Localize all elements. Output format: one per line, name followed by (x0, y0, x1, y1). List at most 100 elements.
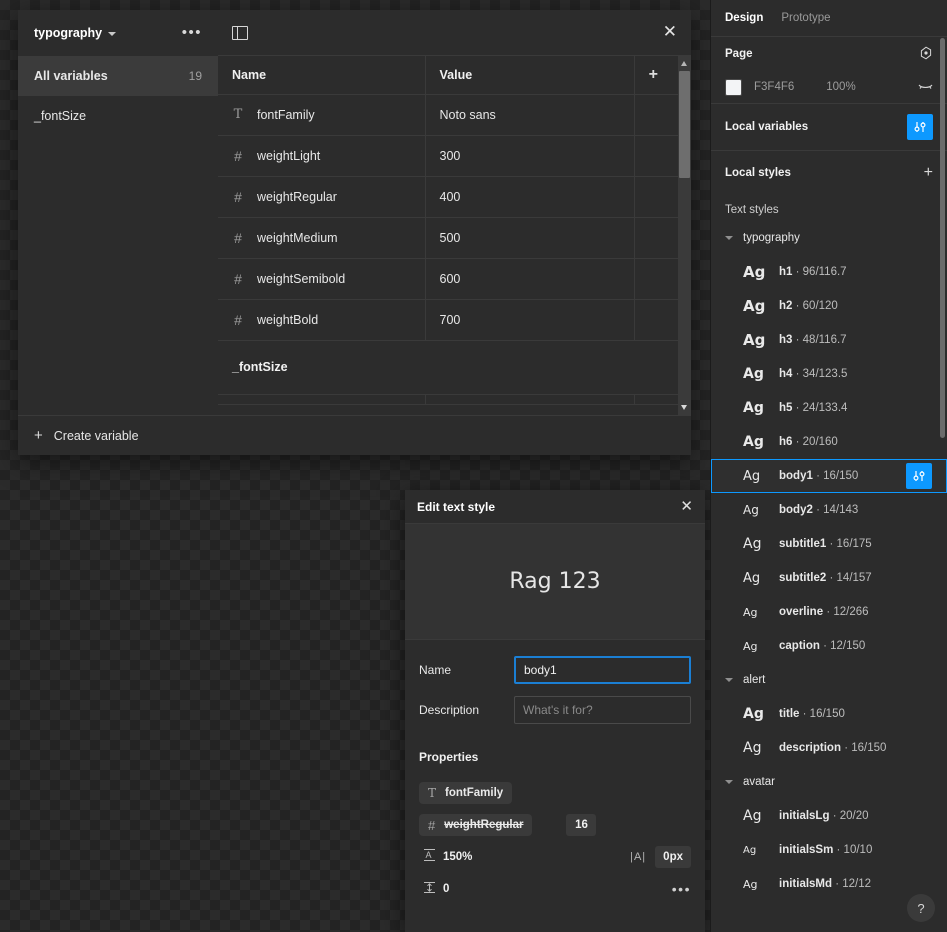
table-row[interactable]: # weightBold 700 (218, 299, 691, 341)
text-style-alert-title[interactable]: Ag title · 16/150 (711, 697, 947, 731)
sidebar-item-fontsize[interactable]: _fontSize (18, 96, 218, 136)
page-color-hex[interactable]: F3F4F6 (754, 81, 794, 93)
type-text-icon: T (428, 786, 437, 800)
variable-name-cell[interactable]: # weightRegular (218, 176, 426, 218)
text-style-subtitle2[interactable]: Ag subtitle2 · 14/157 (711, 561, 947, 595)
page-color-swatch[interactable] (725, 78, 742, 96)
variable-name-cell[interactable]: # weightSemibold (218, 258, 426, 300)
plus-icon[interactable]: + (924, 165, 933, 181)
edit-style-variables-button[interactable] (906, 463, 932, 489)
variables-table-scrollbar[interactable] (678, 56, 691, 415)
line-height-value[interactable]: 150% (443, 851, 472, 863)
style-name: overline · 12/266 (779, 606, 869, 618)
text-style-h5[interactable]: Ag h5 · 24/133.4 (711, 391, 947, 425)
variable-value-cell[interactable]: 300 (425, 135, 635, 177)
style-group-typography[interactable]: typography (711, 221, 947, 255)
chevron-down-icon[interactable] (725, 678, 733, 682)
column-header-name[interactable]: Name (218, 56, 426, 95)
scrollbar-thumb[interactable] (679, 71, 690, 178)
sidebar-item-label: All variables (34, 69, 108, 83)
table-row[interactable]: TfontFamily Noto sans (218, 94, 691, 136)
letter-spacing-value[interactable]: 0px (655, 846, 691, 868)
text-style-body2[interactable]: Ag body2 · 14/143 (711, 493, 947, 527)
eye-closed-icon[interactable] (918, 81, 933, 94)
text-style-avatar-initialslg[interactable]: Ag initialsLg · 20/20 (711, 799, 947, 833)
style-group-avatar[interactable]: avatar (711, 765, 947, 799)
create-variable-button[interactable]: + Create variable (18, 415, 691, 455)
ellipsis-icon[interactable]: ••• (672, 882, 691, 896)
style-group-alert[interactable]: alert (711, 663, 947, 697)
style-name: description · 16/150 (779, 742, 886, 754)
style-preview-ag: Ag (743, 706, 764, 722)
help-button[interactable]: ? (907, 894, 935, 922)
style-preview-ag: Ag (743, 639, 758, 653)
text-style-h3[interactable]: Ag h3 · 48/116.7 (711, 323, 947, 357)
font-family-chip-label: fontFamily (445, 787, 504, 799)
style-name-input[interactable] (514, 656, 691, 684)
page-color-opacity[interactable]: 100% (826, 81, 855, 93)
variable-name-cell[interactable]: TfontFamily (218, 94, 426, 136)
variable-value-cell[interactable]: 500 (425, 217, 635, 259)
chevron-down-icon[interactable] (725, 780, 733, 784)
font-family-variable-chip[interactable]: T fontFamily (419, 782, 513, 804)
variable-value-cell[interactable]: 600 (425, 258, 635, 300)
description-field-row: Description (419, 696, 691, 724)
table-row[interactable]: # weightSemibold 600 (218, 258, 691, 300)
column-header-value[interactable]: Value (425, 56, 635, 95)
scroll-up-arrow-icon[interactable] (681, 61, 687, 66)
style-meta: · 16/150 (844, 742, 887, 754)
style-name: title · 16/150 (779, 708, 845, 720)
variable-group-label: _fontSize (218, 340, 691, 395)
tab-design[interactable]: Design (725, 12, 763, 24)
preview-text: Rag 123 (509, 569, 601, 594)
close-icon[interactable]: ✕ (663, 24, 677, 41)
variable-group-row[interactable]: _fontSize (218, 340, 691, 395)
page-settings-icon[interactable] (919, 46, 933, 62)
type-number-icon: # (234, 147, 242, 164)
text-style-h1[interactable]: Ag h1 · 96/116.7 (711, 255, 947, 289)
style-preview-ag: Ag (743, 570, 761, 586)
name-label: Name (419, 663, 452, 677)
scroll-down-arrow-icon[interactable] (681, 405, 687, 410)
sidebar-item-count: 19 (188, 69, 202, 83)
variable-name-cell[interactable]: # weightLight (218, 135, 426, 177)
text-style-alert-description[interactable]: Ag description · 16/150 (711, 731, 947, 765)
font-weight-variable-chip[interactable]: # weightRegular (419, 814, 533, 836)
text-style-h2[interactable]: Ag h2 · 60/120 (711, 289, 947, 323)
tab-prototype[interactable]: Prototype (781, 12, 830, 24)
sidebar-item-all-variables[interactable]: All variables 19 (18, 56, 218, 96)
text-style-h4[interactable]: Ag h4 · 34/123.5 (711, 357, 947, 391)
text-style-avatar-initialssm[interactable]: Ag initialsSm · 10/10 (711, 833, 947, 867)
text-style-h6[interactable]: Ag h6 · 20/160 (711, 425, 947, 459)
table-row[interactable]: # weightMedium 500 (218, 217, 691, 259)
text-styles-label: Text styles (725, 204, 779, 216)
variable-name-cell[interactable]: # weightBold (218, 299, 426, 341)
table-row[interactable]: # weightRegular 400 (218, 176, 691, 218)
text-style-body1[interactable]: Ag body1 · 16/150 (711, 459, 947, 493)
local-styles-row: Local styles + (711, 151, 947, 195)
chevron-down-icon[interactable] (108, 32, 117, 36)
chevron-down-icon[interactable] (725, 236, 733, 240)
text-style-subtitle1[interactable]: Ag subtitle1 · 16/175 (711, 527, 947, 561)
variable-value-cell[interactable]: 400 (425, 176, 635, 218)
open-local-variables-button[interactable] (907, 114, 933, 140)
paragraph-spacing-value[interactable]: 0 (443, 883, 449, 895)
ellipsis-icon[interactable]: ••• (182, 25, 202, 40)
table-row[interactable]: # weightLight 300 (218, 135, 691, 177)
variable-value-cell[interactable]: Noto sans (425, 94, 635, 136)
text-style-caption[interactable]: Ag caption · 12/150 (711, 629, 947, 663)
variable-value-cell[interactable]: 700 (425, 299, 635, 341)
style-name-text: title (779, 708, 800, 720)
panel-layout-icon[interactable] (232, 25, 248, 40)
style-group-name: avatar (743, 776, 775, 788)
design-panel-scroll: Page F3F4F6 100% Local variables Local s… (711, 36, 947, 932)
text-style-overline[interactable]: Ag overline · 12/266 (711, 595, 947, 629)
collection-name[interactable]: typography (34, 26, 102, 40)
style-description-input[interactable] (514, 696, 691, 724)
variable-name: weightSemibold (257, 271, 346, 286)
close-icon[interactable]: ✕ (680, 499, 693, 514)
style-meta: · 96/116.7 (795, 266, 847, 278)
design-panel-scrollbar[interactable] (940, 38, 945, 438)
variable-name-cell[interactable]: # weightMedium (218, 217, 426, 259)
font-size-input[interactable]: 16 (566, 814, 597, 836)
